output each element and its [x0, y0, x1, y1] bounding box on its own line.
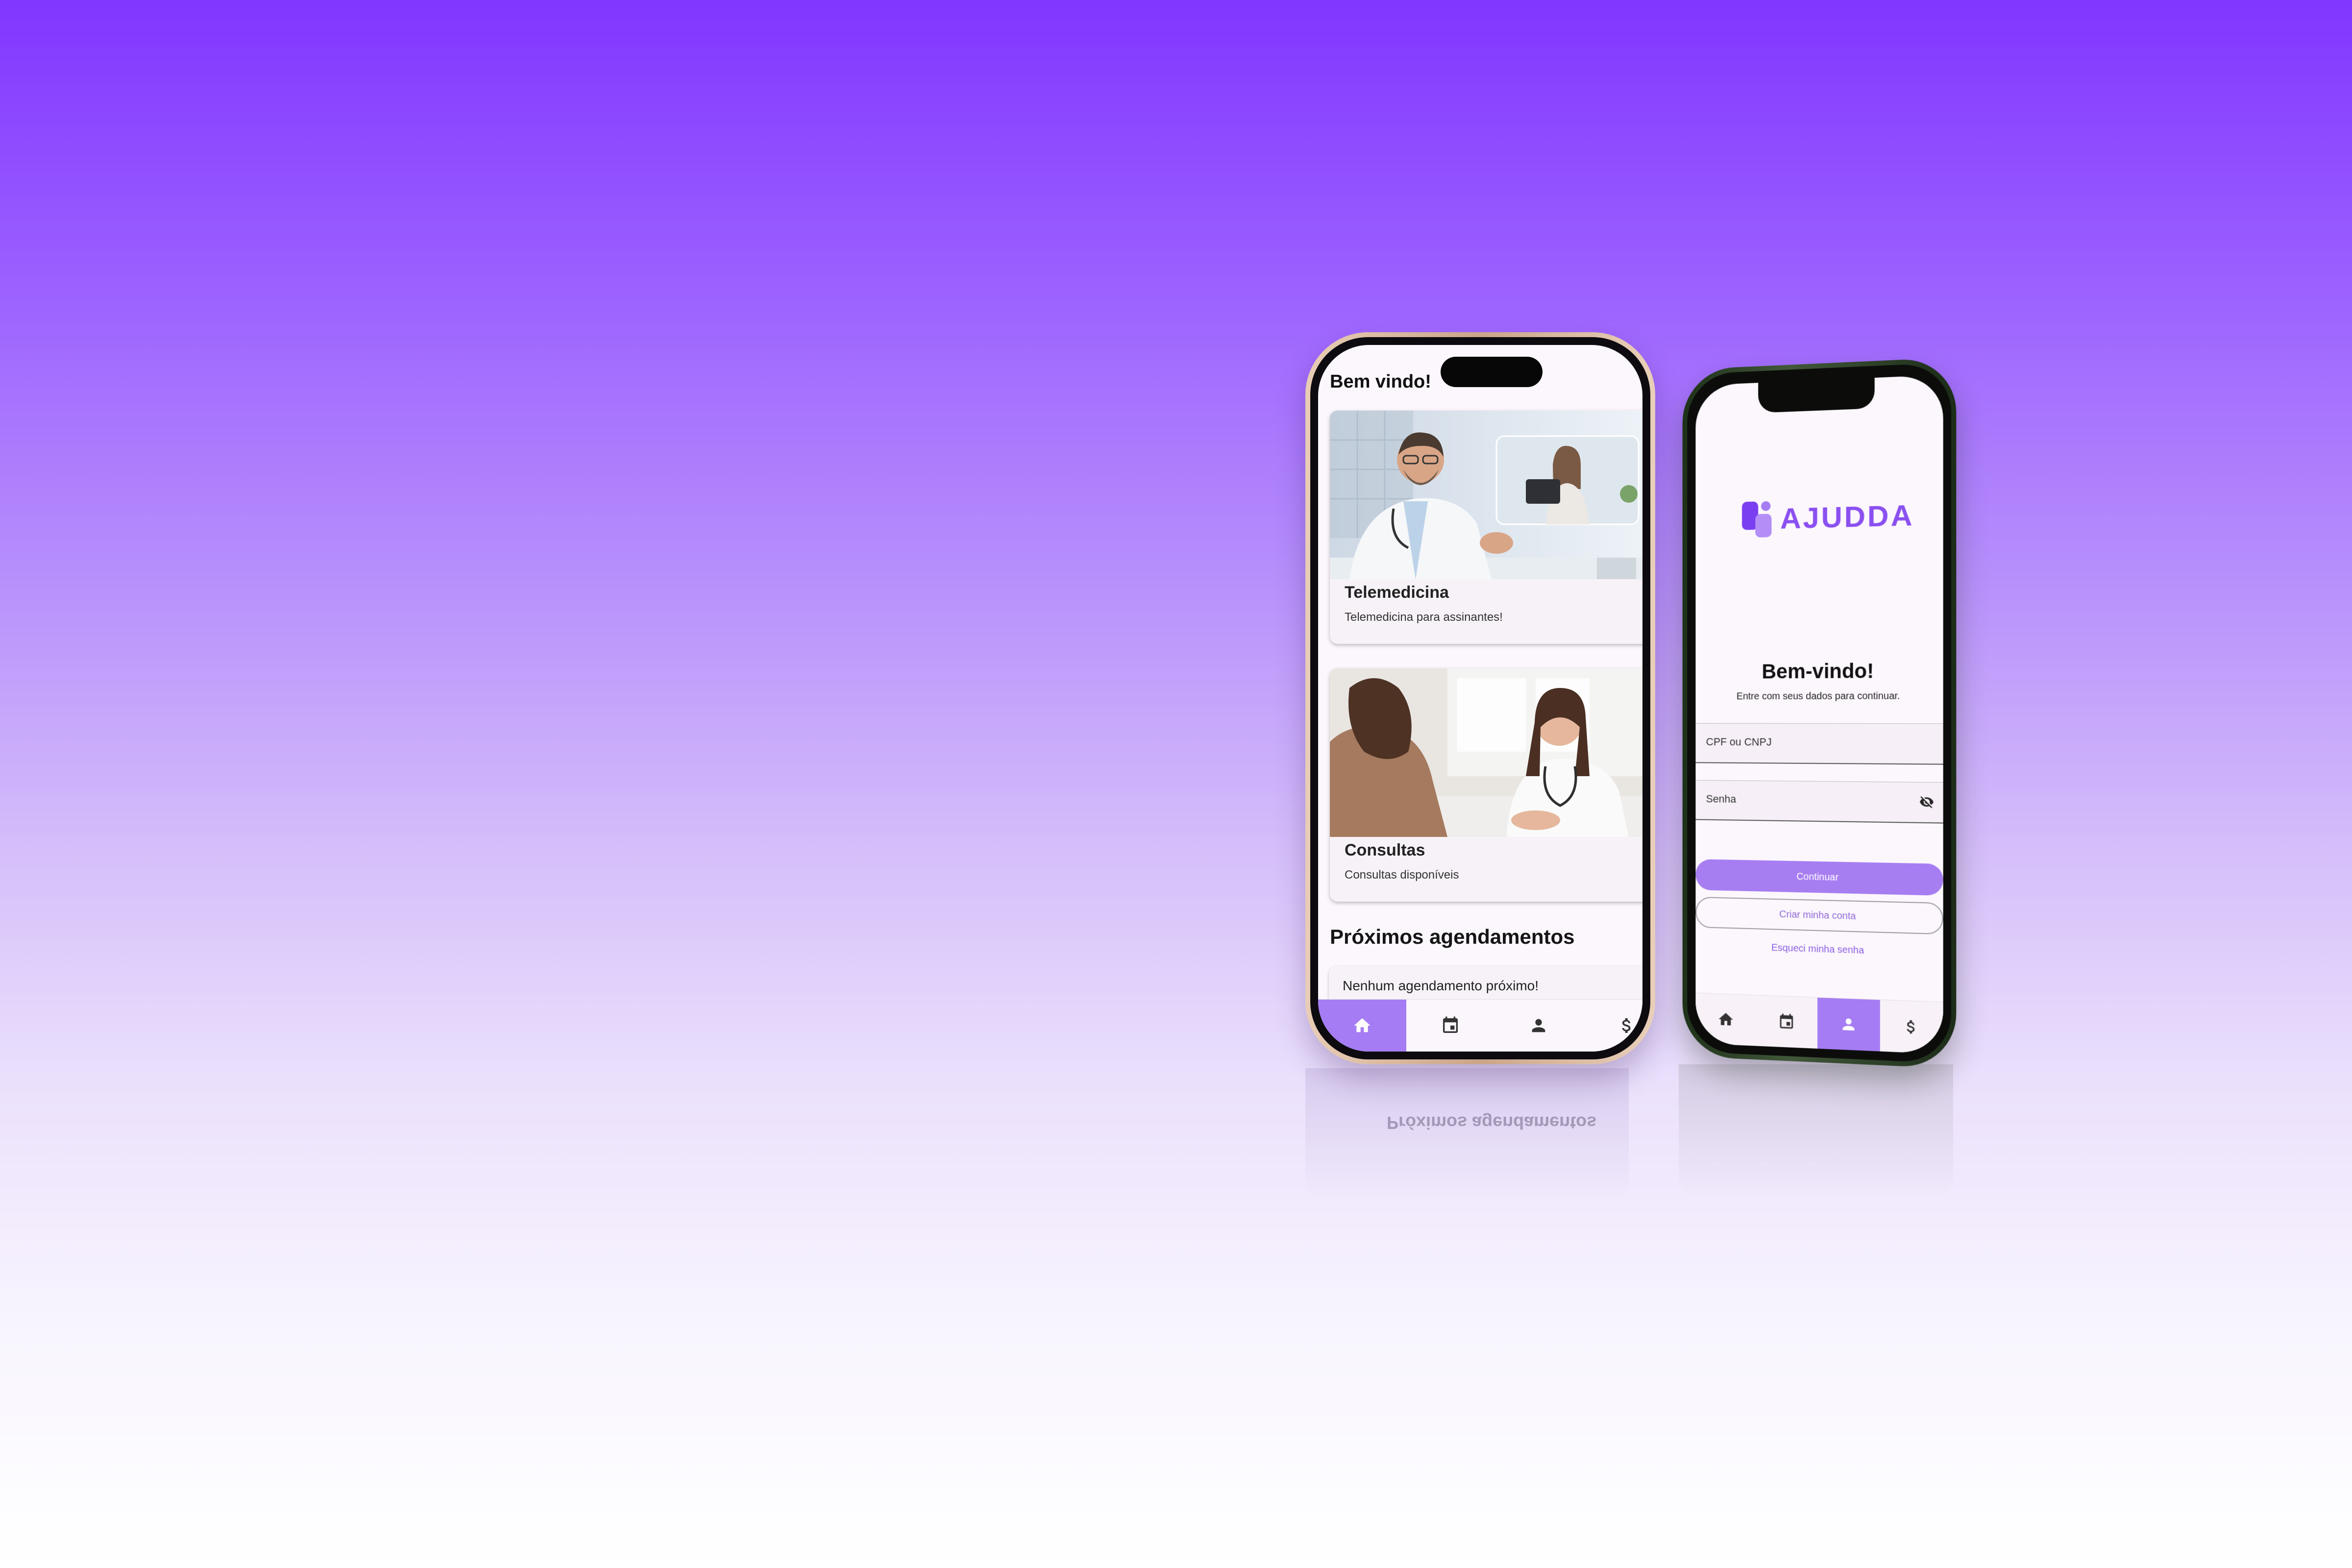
- phone-reflection: [1679, 1064, 1953, 1197]
- empty-message: Nenhum agendamento próximo!: [1343, 978, 1539, 993]
- login-title: Bem-vindo!: [1762, 659, 1874, 683]
- home-icon: [1354, 1018, 1371, 1032]
- card-title: Consultas: [1345, 841, 1425, 859]
- nav-profile[interactable]: [1494, 1000, 1583, 1052]
- logo-text: AJUDDA: [1780, 498, 1914, 535]
- nav-calendar[interactable]: [1406, 1000, 1494, 1052]
- nav-payments[interactable]: [1583, 1000, 1642, 1052]
- person-icon: [1532, 1019, 1545, 1032]
- logo-icon: [1742, 501, 1772, 538]
- app-logo: AJUDDA: [1741, 495, 1914, 539]
- nav-home[interactable]: [1695, 993, 1756, 1046]
- card-title: Telemedicina: [1345, 583, 1449, 602]
- dynamic-island: [1441, 357, 1543, 387]
- password-input[interactable]: [1705, 792, 1871, 808]
- nav-profile[interactable]: [1817, 998, 1880, 1052]
- nav-payments[interactable]: [1880, 1000, 1943, 1054]
- card-subtitle: Consultas disponíveis: [1345, 868, 1459, 882]
- calendar-icon: [1780, 1013, 1793, 1029]
- phone-home: Bem vindo! Telemedicina Telemedicina par…: [1305, 332, 1655, 1064]
- create-account-button[interactable]: Criar minha conta: [1695, 896, 1943, 935]
- calendar-icon: [1443, 1016, 1458, 1033]
- dollar-icon: [1907, 1020, 1915, 1034]
- notch: [1758, 377, 1875, 413]
- login-screen: AJUDDA Bem-vindo! Entre com seus dados p…: [1695, 374, 1943, 1054]
- nav-home[interactable]: [1318, 1000, 1406, 1052]
- login-subtitle: Entre com seus dados para continuar.: [1736, 690, 1900, 702]
- page-title: Bem vindo!: [1330, 371, 1431, 392]
- card-subtitle: Telemedicina para assinantes!: [1345, 611, 1503, 624]
- home-icon: [1718, 1012, 1733, 1026]
- nav-calendar[interactable]: [1756, 995, 1817, 1049]
- home-screen: Bem vindo! Telemedicina Telemedicina par…: [1318, 345, 1642, 1052]
- continue-button[interactable]: Continuar: [1695, 859, 1943, 896]
- telemedicina-image: [1330, 411, 1642, 579]
- reflection-text: Próximos agendamentos: [1387, 1113, 1597, 1133]
- consultas-card[interactable]: Consultas Consultas disponíveis: [1330, 668, 1642, 902]
- eye-off-icon[interactable]: [1919, 794, 1935, 809]
- bottom-nav: [1695, 992, 1943, 1054]
- person-icon: [1842, 1018, 1855, 1031]
- consultas-image: [1330, 668, 1642, 837]
- telemedicina-card[interactable]: Telemedicina Telemedicina para assinante…: [1330, 411, 1642, 644]
- phone-reflection: [1305, 1068, 1629, 1200]
- password-field[interactable]: [1695, 780, 1943, 824]
- phone-login: AJUDDA Bem-vindo! Entre com seus dados p…: [1682, 357, 1957, 1069]
- bottom-nav: [1318, 999, 1642, 1052]
- section-title: Próximos agendamentos: [1330, 925, 1575, 948]
- cpf-input[interactable]: [1705, 735, 1871, 750]
- dollar-icon: [1622, 1018, 1631, 1033]
- forgot-password-link[interactable]: Esqueci minha senha: [1695, 940, 1943, 959]
- cpf-field[interactable]: [1695, 723, 1943, 765]
